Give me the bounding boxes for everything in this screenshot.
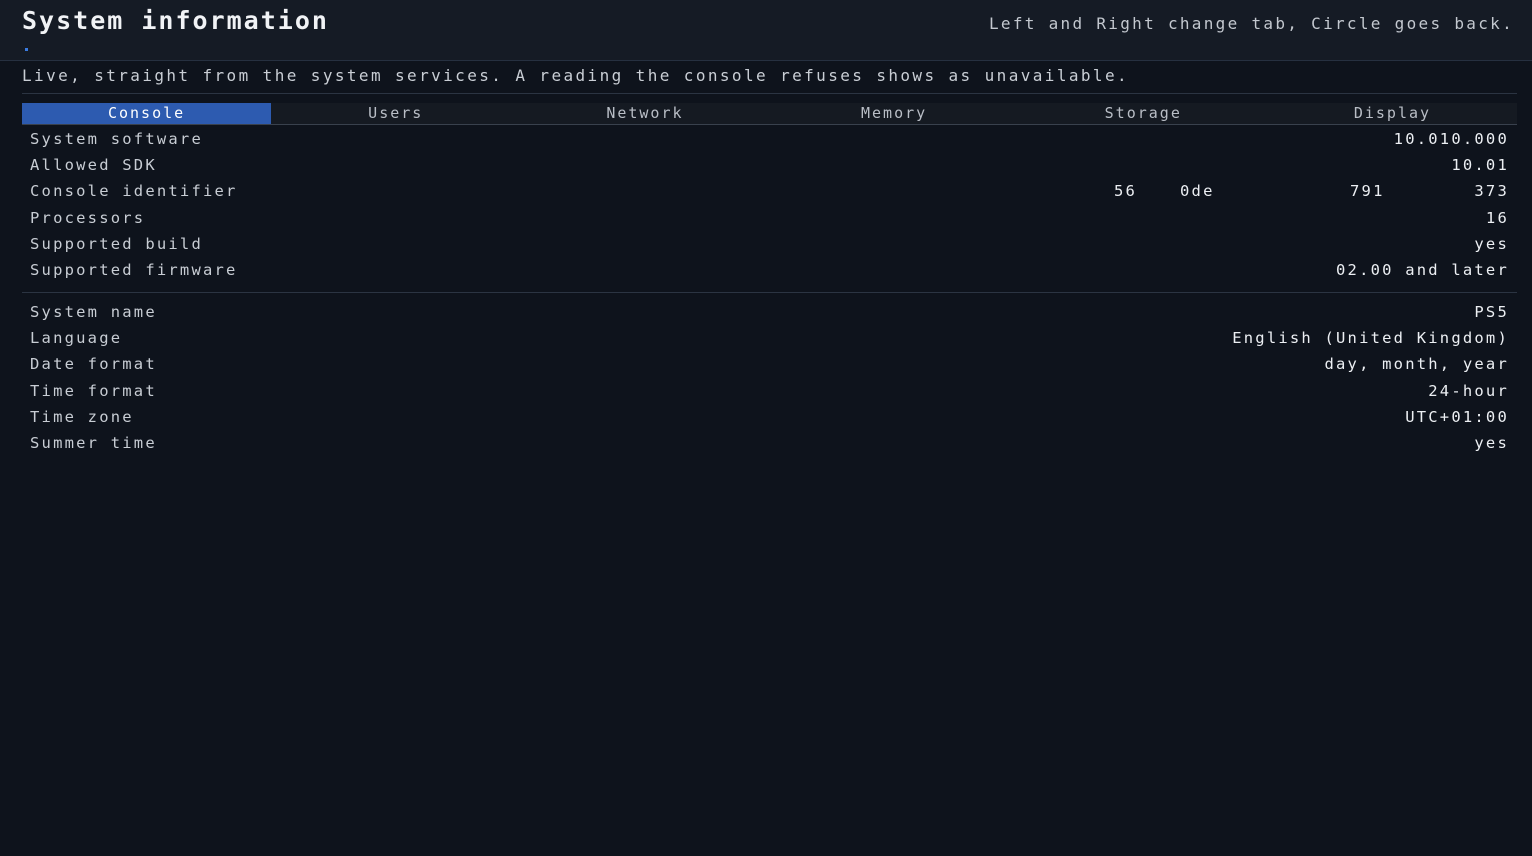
identifier-segment: 56 (1114, 182, 1138, 201)
tab-storage[interactable]: Storage (1019, 103, 1268, 124)
row-system-name: System name PS5 (22, 299, 1517, 325)
row-value: yes (1474, 234, 1509, 253)
row-time-format: Time format 24-hour (22, 378, 1517, 404)
page-subtitle: Live, straight from the system services.… (22, 66, 1130, 85)
console-info-list: System software 10.010.000 Allowed SDK 1… (22, 126, 1517, 283)
row-value: yes (1474, 433, 1509, 452)
row-value: 10.010.000 (1393, 130, 1509, 148)
row-supported-firmware: Supported firmware 02.00 and later (22, 257, 1517, 283)
row-label: Language (30, 329, 123, 348)
tab-memory[interactable]: Memory (770, 103, 1019, 124)
row-processors: Processors 16 (22, 205, 1517, 231)
row-label: Processors (30, 208, 146, 227)
divider (22, 93, 1517, 94)
tab-display[interactable]: Display (1268, 103, 1517, 124)
row-label: Console identifier (30, 182, 238, 201)
row-label: System software (30, 130, 203, 148)
section-divider (22, 292, 1517, 293)
row-date-format: Date format day, month, year (22, 351, 1517, 377)
row-time-zone: Time zone UTC+01:00 (22, 404, 1517, 430)
row-value: 10.01 (1451, 156, 1509, 175)
row-console-identifier: Console identifier 56 0de 791 373 (22, 178, 1517, 204)
identifier-segment: 0de (1180, 182, 1215, 201)
row-value: PS5 (1474, 303, 1509, 321)
row-value: UTC+01:00 (1405, 407, 1509, 426)
row-value: 02.00 and later (1336, 260, 1509, 279)
row-value: day, month, year (1324, 355, 1509, 374)
row-label: Supported build (30, 234, 203, 253)
row-value: 16 (1485, 208, 1509, 227)
navigation-hint: Left and Right change tab, Circle goes b… (988, 14, 1514, 33)
row-value: 24-hour (1428, 381, 1509, 400)
identifier-segment: 791 (1350, 182, 1385, 201)
page-title: System information (22, 6, 329, 35)
row-language: Language English (United Kingdom) (22, 325, 1517, 351)
header-bar: System information Left and Right change… (0, 0, 1532, 61)
row-system-software: System software 10.010.000 (22, 126, 1517, 152)
row-label: Date format (30, 355, 157, 374)
row-value: English (United Kingdom) (1232, 329, 1509, 348)
row-label: Summer time (30, 433, 157, 452)
row-summer-time: Summer time yes (22, 430, 1517, 456)
tab-bar: Console Users Network Memory Storage Dis… (22, 103, 1517, 125)
row-label: System name (30, 303, 157, 321)
settings-info-list: System name PS5 Language English (United… (22, 299, 1517, 456)
row-allowed-sdk: Allowed SDK 10.01 (22, 152, 1517, 178)
row-label: Time zone (30, 407, 134, 426)
row-supported-build: Supported build yes (22, 231, 1517, 257)
tab-network[interactable]: Network (520, 103, 769, 124)
tab-console[interactable]: Console (22, 103, 272, 124)
row-label: Supported firmware (30, 260, 238, 279)
row-label: Time format (30, 381, 157, 400)
tab-users[interactable]: Users (271, 103, 520, 124)
row-label: Allowed SDK (30, 156, 157, 175)
activity-indicator (25, 48, 28, 51)
identifier-segment: 373 (1474, 182, 1509, 201)
